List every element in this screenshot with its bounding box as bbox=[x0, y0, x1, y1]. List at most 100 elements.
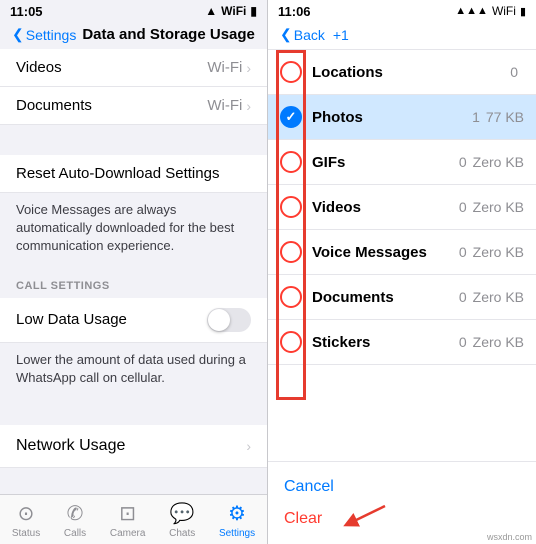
tab-settings[interactable]: ⚙ Settings bbox=[219, 501, 255, 539]
right-panel: 11:06 ▲▲▲ WiFi ▮ ❮ Back +1 Locations 0 P… bbox=[268, 0, 536, 544]
locations-label: Locations bbox=[312, 64, 510, 81]
photos-count: 1 bbox=[472, 109, 480, 125]
videos-label: Videos bbox=[16, 59, 62, 76]
videos-size: Zero KB bbox=[473, 199, 524, 215]
cancel-button[interactable]: Cancel bbox=[284, 474, 520, 500]
right-list: Locations 0 Photos 1 77 KB GIFs 0 Zero K… bbox=[268, 50, 536, 461]
status-icons-right: ▲▲▲ WiFi ▮ bbox=[455, 4, 526, 18]
radio-photos[interactable] bbox=[280, 106, 302, 128]
stickers-count: 0 bbox=[459, 334, 467, 350]
status-bar-right: 11:06 ▲▲▲ WiFi ▮ bbox=[268, 0, 536, 22]
reset-label: Reset Auto-Download Settings bbox=[16, 165, 219, 182]
time-right: 11:06 bbox=[278, 4, 311, 19]
documents-label-right: Documents bbox=[312, 289, 459, 306]
radio-voice[interactable] bbox=[280, 241, 302, 263]
tab-calls-label: Calls bbox=[64, 528, 86, 539]
camera-icon: ⊡ bbox=[119, 501, 136, 526]
reset-item[interactable]: Reset Auto-Download Settings bbox=[0, 155, 267, 193]
nav-bar-right: ❮ Back +1 bbox=[268, 22, 536, 50]
low-data-note: Lower the amount of data used during a W… bbox=[0, 343, 267, 395]
chevron-left-icon-right: ❮ bbox=[280, 26, 292, 43]
stickers-size: Zero KB bbox=[473, 334, 524, 350]
documents-count: 0 bbox=[459, 289, 467, 305]
tab-calls[interactable]: ✆ Calls bbox=[64, 501, 86, 539]
back-button-left[interactable]: ❮ Settings bbox=[12, 26, 76, 43]
tab-camera-label: Camera bbox=[110, 528, 146, 539]
photos-label: Photos bbox=[312, 109, 472, 126]
videos-count: 0 bbox=[459, 199, 467, 215]
stickers-label: Stickers bbox=[312, 334, 459, 351]
tab-settings-label: Settings bbox=[219, 528, 255, 539]
gifs-label: GIFs bbox=[312, 154, 459, 171]
low-data-toggle[interactable] bbox=[207, 308, 251, 332]
network-chevron-icon: › bbox=[246, 438, 251, 454]
chevron-left-icon: ❮ bbox=[12, 26, 24, 43]
low-data-label: Low Data Usage bbox=[16, 311, 127, 328]
calls-icon: ✆ bbox=[67, 501, 84, 526]
gifs-size: Zero KB bbox=[473, 154, 524, 170]
storage-spacer bbox=[0, 468, 267, 494]
network-usage-label: Network Usage bbox=[16, 437, 125, 455]
voice-size: Zero KB bbox=[473, 244, 524, 260]
clear-button[interactable]: Clear bbox=[284, 506, 322, 532]
status-bar-left: 11:05 ▲ WiFi ▮ bbox=[0, 0, 267, 22]
documents-item[interactable]: Documents Wi-Fi › bbox=[0, 87, 267, 125]
time-left: 11:05 bbox=[10, 4, 43, 19]
reset-section bbox=[0, 125, 267, 155]
videos-label-right: Videos bbox=[312, 199, 459, 216]
voice-label: Voice Messages bbox=[312, 244, 459, 261]
plus-one-badge: +1 bbox=[333, 27, 349, 43]
network-usage-item[interactable]: Network Usage › bbox=[0, 425, 267, 468]
low-data-item[interactable]: Low Data Usage bbox=[0, 298, 267, 343]
voice-messages-note: Voice Messages are always automatically … bbox=[0, 193, 267, 264]
radio-videos[interactable] bbox=[280, 196, 302, 218]
radio-documents[interactable] bbox=[280, 286, 302, 308]
watermark: wsxdn.com bbox=[487, 532, 532, 542]
chats-icon: 💬 bbox=[170, 501, 195, 526]
signal-icon: ▲ bbox=[205, 4, 217, 18]
clear-row: Clear bbox=[284, 500, 520, 532]
left-panel: 11:05 ▲ WiFi ▮ ❮ Settings Data and Stora… bbox=[0, 0, 268, 544]
radio-stickers[interactable] bbox=[280, 331, 302, 353]
nav-bar-left: ❮ Settings Data and Storage Usage bbox=[0, 22, 267, 49]
documents-value: Wi-Fi › bbox=[207, 97, 251, 114]
left-nav-title: Data and Storage Usage bbox=[82, 26, 255, 43]
status-icons-left: ▲ WiFi ▮ bbox=[205, 4, 257, 18]
list-item-voice[interactable]: Voice Messages 0 Zero KB bbox=[268, 230, 536, 275]
wifi-icon-right: WiFi bbox=[492, 4, 516, 18]
tab-status[interactable]: ⊙ Status bbox=[12, 501, 40, 539]
photos-size: 77 KB bbox=[486, 109, 524, 125]
list-item-documents[interactable]: Documents 0 Zero KB bbox=[268, 275, 536, 320]
list-item-videos[interactable]: Videos 0 Zero KB bbox=[268, 185, 536, 230]
list-item-photos[interactable]: Photos 1 77 KB bbox=[268, 95, 536, 140]
tab-chats[interactable]: 💬 Chats bbox=[169, 501, 195, 539]
videos-item[interactable]: Videos Wi-Fi › bbox=[0, 49, 267, 87]
documents-chevron-icon: › bbox=[246, 98, 251, 114]
videos-chevron-icon: › bbox=[246, 60, 251, 76]
voice-count: 0 bbox=[459, 244, 467, 260]
locations-count: 0 bbox=[510, 64, 518, 80]
tab-bar: ⊙ Status ✆ Calls ⊡ Camera 💬 Chats ⚙ Sett… bbox=[0, 494, 267, 544]
list-item-locations[interactable]: Locations 0 bbox=[268, 50, 536, 95]
tab-camera[interactable]: ⊡ Camera bbox=[110, 501, 146, 539]
list-item-stickers[interactable]: Stickers 0 Zero KB bbox=[268, 320, 536, 365]
documents-label: Documents bbox=[16, 97, 92, 114]
clear-arrow-icon bbox=[330, 501, 390, 531]
battery-icon: ▮ bbox=[250, 4, 257, 18]
settings-icon: ⚙ bbox=[228, 501, 246, 526]
status-icon: ⊙ bbox=[18, 501, 35, 526]
battery-icon-right: ▮ bbox=[520, 5, 526, 18]
radio-gifs[interactable] bbox=[280, 151, 302, 173]
left-content: Videos Wi-Fi › Documents Wi-Fi › Reset A… bbox=[0, 49, 267, 494]
tab-chats-label: Chats bbox=[169, 528, 195, 539]
back-label-left[interactable]: Settings bbox=[26, 27, 77, 43]
radio-locations[interactable] bbox=[280, 61, 302, 83]
gifs-count: 0 bbox=[459, 154, 467, 170]
tab-status-label: Status bbox=[12, 528, 40, 539]
back-label-right[interactable]: Back bbox=[294, 27, 325, 43]
call-settings-header: CALL SETTINGS bbox=[0, 264, 267, 298]
back-button-right[interactable]: ❮ Back bbox=[280, 26, 325, 43]
list-item-gifs[interactable]: GIFs 0 Zero KB bbox=[268, 140, 536, 185]
videos-value: Wi-Fi › bbox=[207, 59, 251, 76]
signal-icon-right: ▲▲▲ bbox=[455, 5, 488, 17]
